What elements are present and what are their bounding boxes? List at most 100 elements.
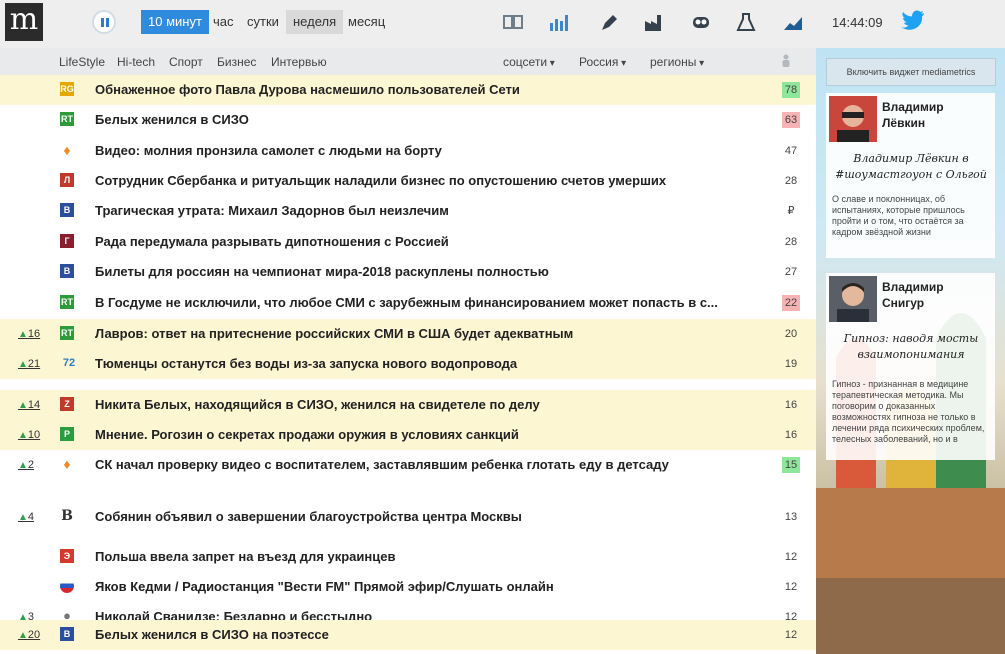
news-title-link[interactable]: Польша ввела запрет на въезд для украинц… [95,549,725,564]
trend-up-indicator[interactable]: 4 [18,511,34,523]
blog-card[interactable]: Владимир Снигур Гипноз: наводя мосты вза… [826,273,995,460]
mentions-count: 12 [784,551,798,563]
pen-icon[interactable] [598,12,620,32]
mentions-count: 28 [784,236,798,248]
news-title-link[interactable]: Тюменцы останутся без воды из-за запуска… [95,356,725,371]
columns-icon[interactable] [502,12,524,32]
period-hour-button[interactable]: час [213,10,234,34]
person-icon[interactable] [781,54,791,67]
mentions-count: 12 [784,581,798,593]
news-title-link[interactable]: Мнение. Рогозин о секретах продажи оружи… [95,427,725,442]
nav-sport[interactable]: Спорт [169,55,203,69]
vesti-icon: В [60,627,74,641]
period-day-button[interactable]: сутки [247,10,279,34]
enable-widget-button[interactable]: Включить виджет mediametrics [826,58,996,86]
gazeta-icon: Г [60,234,74,248]
vesti-icon: В [60,264,74,278]
mentions-count: ₽ [787,205,795,217]
news-row[interactable]: RG Обнаженное фото Павла Дурова насмешило… [0,75,816,105]
category-nav: LifeStyle Hi-tech Спорт Бизнес Интервью … [0,48,816,75]
news-row[interactable]: Яков Кедми / Радиостанция "Вести FM" Пря… [0,572,816,602]
logo[interactable]: m [5,3,43,41]
author-name[interactable]: Владимир Снигур [882,279,944,311]
mentions-count: 63 [782,112,800,128]
news-row[interactable]: RT В Госдуме не исключили, что любое СМИ … [0,288,816,318]
nav-hitech[interactable]: Hi-tech [117,55,155,69]
news-title-link[interactable]: Лавров: ответ на притеснение российских … [95,326,725,341]
news-row[interactable]: 10 Р Мнение. Рогозин о секретах продажи ор… [0,420,816,450]
news-row[interactable]: Э Польша ввела запрет на въезд для украин… [0,542,816,572]
author-avatar [829,96,877,142]
mentions-count: 16 [784,429,798,441]
period-month-button[interactable]: месяц [348,10,385,34]
trend-up-indicator[interactable]: 14 [18,399,40,411]
news-title-link[interactable]: Никита Белых, находящийся в СИЗО, женилс… [95,397,725,412]
news-title-link[interactable]: СК начал проверку видео с воспитателем, … [95,457,725,472]
news-title-link[interactable]: Обнаженное фото Павла Дурова насмешило п… [95,82,725,97]
nav-business[interactable]: Бизнес [217,55,256,69]
twitter-icon[interactable] [900,10,926,30]
trend-up-indicator[interactable]: 16 [18,328,40,340]
news-row[interactable]: 21 72 Тюменцы останутся без воды из-за зап… [0,349,816,379]
author-avatar [829,276,877,322]
mentions-count: 78 [782,82,800,98]
socials-dropdown[interactable]: соцсети [503,55,555,69]
news-row[interactable]: RT Белых женился в СИЗО 63 [0,105,816,135]
news-row[interactable]: 20 В Белых женился в СИЗО на поэтессе 12 [0,620,816,650]
flask-icon[interactable] [735,12,757,32]
trend-up-indicator[interactable]: 2 [18,459,34,471]
mentions-count: 28 [784,175,798,187]
news-row[interactable]: 14 Z Никита Белых, находящийся в СИЗО, жен… [0,390,816,420]
news-title-link[interactable]: Белых женился в СИЗО на поэтессе [95,627,725,642]
news-title-link[interactable]: Рада передумала разрывать дипотношения с… [95,234,725,249]
period-10min-button[interactable]: 10 минут [141,10,209,34]
news-row[interactable]: 4 В Собянин объявил о завершении благоустр… [0,502,816,532]
rt-icon: RT [60,112,74,126]
news-title-link[interactable]: Собянин объявил о завершении благоустрой… [95,509,725,524]
mentions-count: 20 [784,328,798,340]
period-week-button[interactable]: неделя [286,10,344,34]
news-title-link[interactable]: Яков Кедми / Радиостанция "Вести FM" Пря… [95,579,725,594]
mentions-count: 47 [784,145,798,157]
russia-dropdown[interactable]: Россия [579,55,626,69]
trend-up-indicator[interactable]: 21 [18,358,40,370]
robot-icon[interactable] [690,12,712,32]
news-title-link[interactable]: Трагическая утрата: Михаил Задорнов был … [95,203,725,218]
news-title-link[interactable]: Сотрудник Сбербанка и ритуальщик наладил… [95,173,725,188]
news-title-link[interactable]: Билеты для россиян на чемпионат мира-201… [95,264,725,279]
mentions-count: 19 [784,358,798,370]
trend-up-indicator[interactable]: 10 [18,429,40,441]
news-row[interactable]: Г Рада передумала разрывать дипотношения … [0,227,816,257]
trend-chart-icon[interactable] [782,12,804,32]
pause-icon[interactable] [92,10,116,34]
mentions-count: 22 [782,295,800,311]
flag-icon [60,579,74,593]
factory-icon[interactable] [643,12,665,32]
vesti-icon: В [60,203,74,217]
trend-up-indicator[interactable]: 20 [18,629,40,641]
news-title-link[interactable]: Белых женился в СИЗО [95,112,725,127]
mentions-count: 16 [784,399,798,411]
rt-icon: RT [60,326,74,340]
news-title-link[interactable]: Видео: молния пронзила самолет с людьми … [95,143,725,158]
blog-headline[interactable]: Гипноз: наводя мосты взаимопонимания [832,331,990,363]
news-row[interactable]: 2 ♦ СК начал проверку видео с воспитателем… [0,450,816,480]
blog-headline[interactable]: Владимир Лёвкин в #шоумастгоуон с Ольгой [832,151,990,183]
rt-icon: RT [60,295,74,309]
nav-lifestyle[interactable]: LifeStyle [59,55,105,69]
nav-interview[interactable]: Интервью [271,55,327,69]
news-row[interactable]: В Трагическая утрата: Михаил Задорнов был… [0,196,816,226]
mentions-count: 27 [784,266,798,278]
news-row[interactable]: В Билеты для россиян на чемпионат мира-20… [0,257,816,287]
ekho-icon: Э [60,549,74,563]
bar-chart-icon[interactable] [548,12,570,32]
rg-icon: RG [60,82,74,96]
mentions-count: 12 [784,629,798,641]
news-row[interactable]: 16 RT Лавров: ответ на притеснение российс… [0,319,816,349]
author-name[interactable]: Владимир Лёвкин [882,99,944,131]
regions-dropdown[interactable]: регионы [650,55,704,69]
news-row[interactable]: Л Сотрудник Сбербанка и ритуальщик налади… [0,166,816,196]
blog-card[interactable]: Владимир Лёвкин Владимир Лёвкин в #шоума… [826,93,995,258]
news-row[interactable]: ♦ Видео: молния пронзила самолет с людьми… [0,136,816,166]
news-title-link[interactable]: В Госдуме не исключили, что любое СМИ с … [95,295,725,310]
